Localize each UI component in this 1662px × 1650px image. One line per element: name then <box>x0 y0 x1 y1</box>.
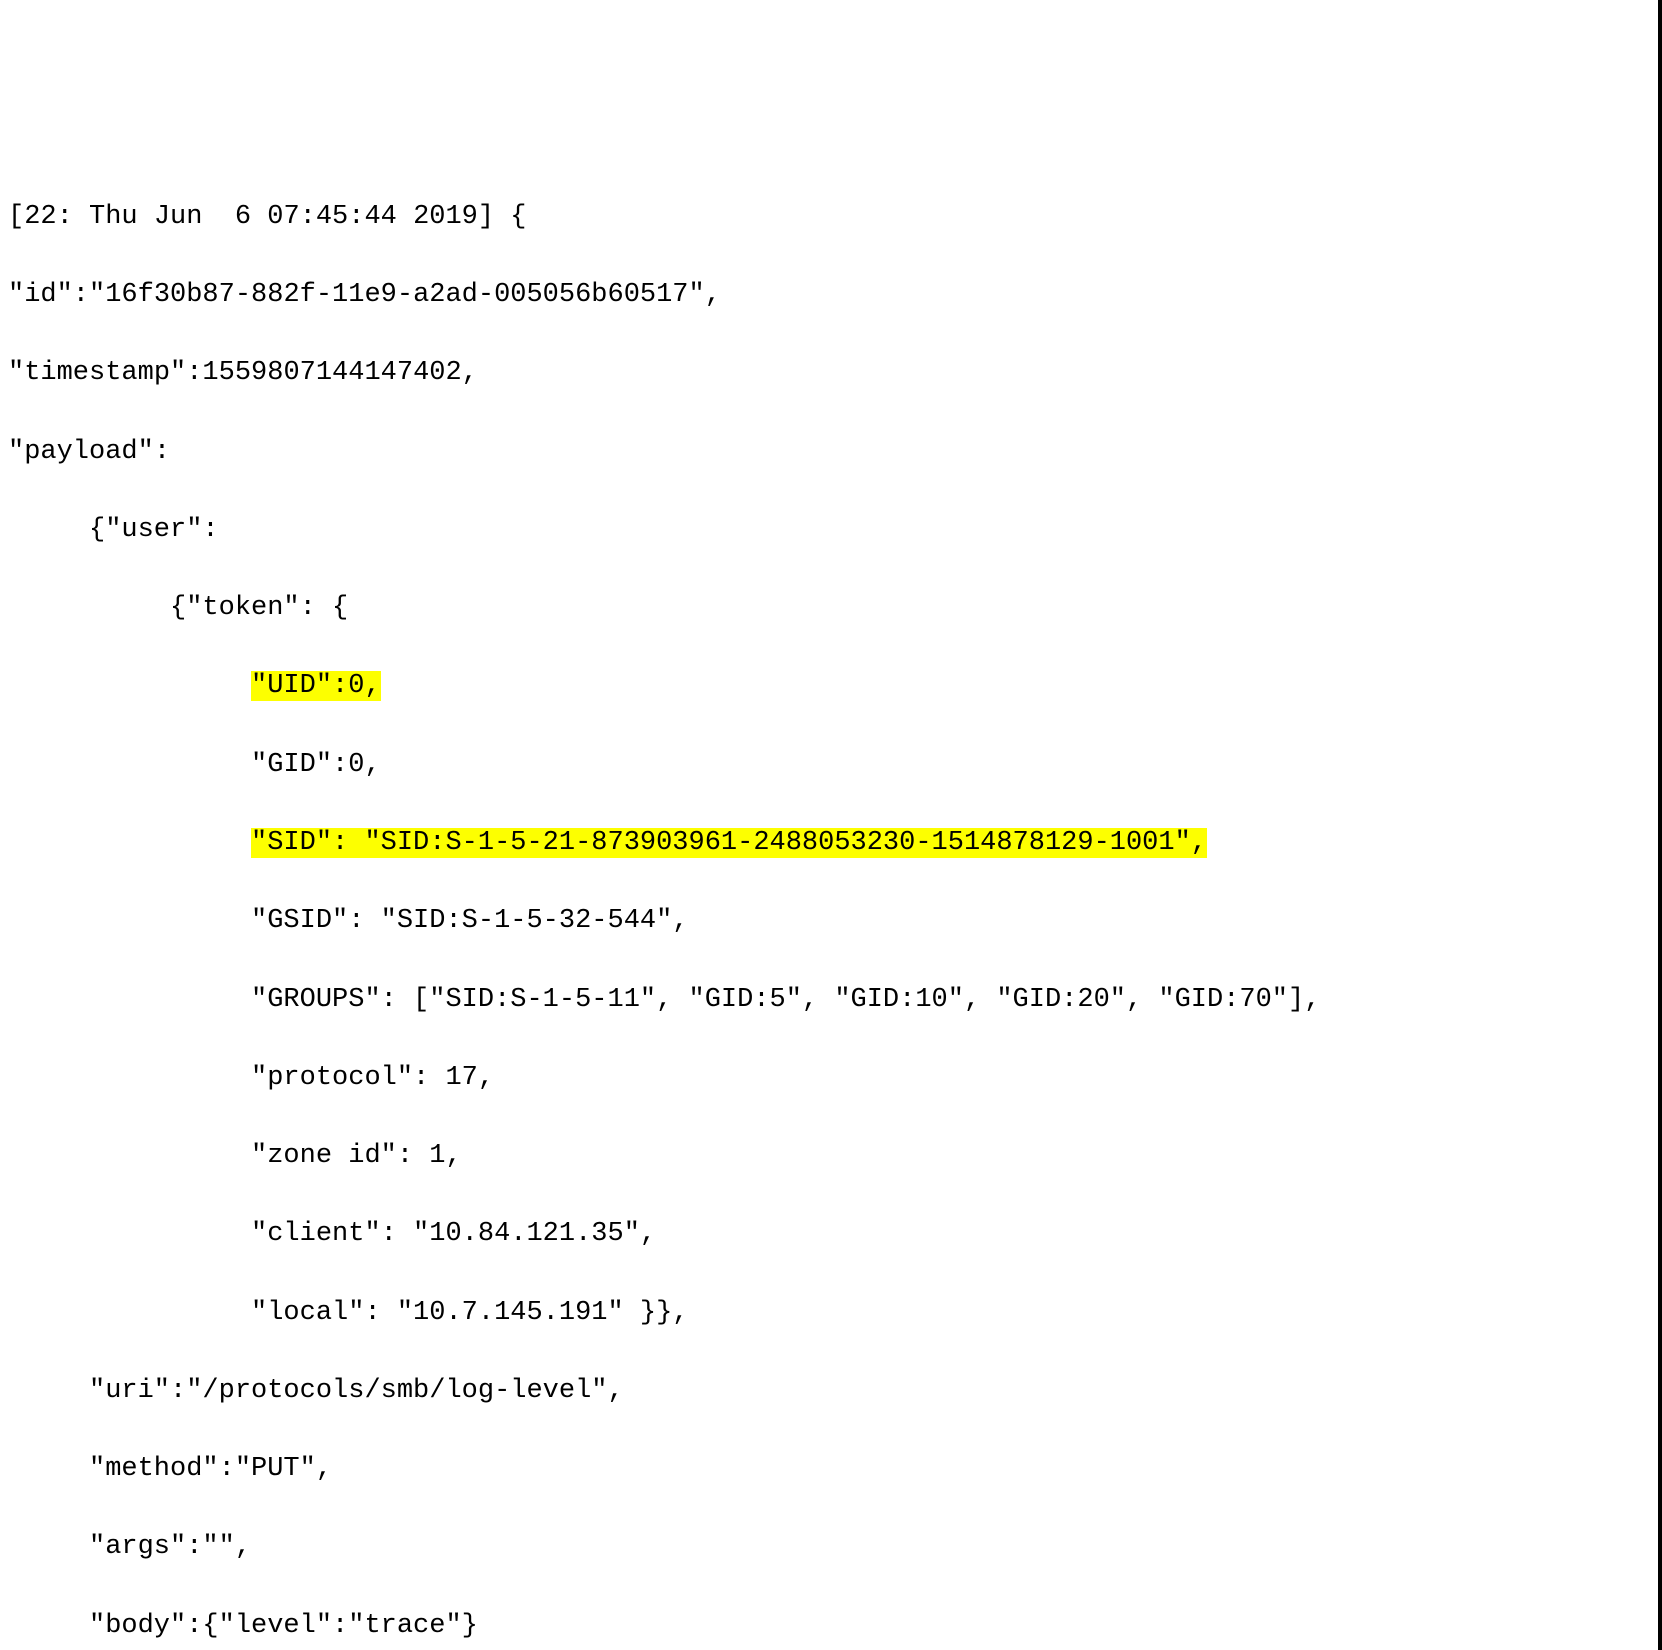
log-method-line: "method":"PUT", <box>8 1450 1650 1489</box>
log-uid-line: "UID":0, <box>8 667 1650 706</box>
log-id-line: "id":"16f30b87-882f-11e9-a2ad-005056b605… <box>8 276 1650 315</box>
log-protocol-line: "protocol": 17, <box>8 1059 1650 1098</box>
log-groups-line: "GROUPS": ["SID:S-1-5-11", "GID:5", "GID… <box>8 981 1650 1020</box>
log-args-line: "args":"", <box>8 1528 1650 1567</box>
log-gid-line: "GID":0, <box>8 746 1650 785</box>
log-gsid-line: "GSID": "SID:S-1-5-32-544", <box>8 902 1650 941</box>
highlighted-sid: "SID": "SID:S-1-5-21-873903961-248805323… <box>251 828 1207 858</box>
log-uri-line: "uri":"/protocols/smb/log-level", <box>8 1372 1650 1411</box>
log-body-line: "body":{"level":"trace"} <box>8 1607 1650 1646</box>
log-user-line: {"user": <box>8 511 1650 550</box>
log-zoneid-line: "zone id": 1, <box>8 1137 1650 1176</box>
highlighted-uid: "UID":0, <box>251 671 381 701</box>
log-header-line: [22: Thu Jun 6 07:45:44 2019] { <box>8 198 1650 237</box>
log-output: [22: Thu Jun 6 07:45:44 2019] { "id":"16… <box>8 159 1650 1650</box>
log-timestamp-line: "timestamp":1559807144147402, <box>8 354 1650 393</box>
log-sid-line: "SID": "SID:S-1-5-21-873903961-248805323… <box>8 824 1650 863</box>
log-token-line: {"token": { <box>8 589 1650 628</box>
log-payload-line: "payload": <box>8 433 1650 472</box>
log-client-line: "client": "10.84.121.35", <box>8 1215 1650 1254</box>
log-local-line: "local": "10.7.145.191" }}, <box>8 1294 1650 1333</box>
